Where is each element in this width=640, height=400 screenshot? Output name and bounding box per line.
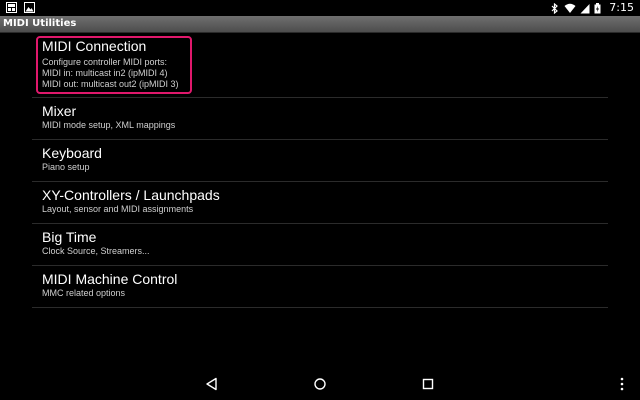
app-title: MIDI Utilities (3, 18, 77, 29)
home-icon[interactable] (312, 376, 328, 392)
settings-list: MIDI Connection Configure controller MID… (32, 34, 608, 308)
setting-summary-line: Clock Source, Streamers... (42, 246, 150, 256)
bluetooth-icon (551, 2, 559, 14)
wifi-icon (564, 3, 576, 13)
status-time: 7:15 (609, 1, 634, 14)
highlight-box (36, 36, 192, 94)
setting-summary-line: MMC related options (42, 288, 126, 298)
setting-midi-machine-control[interactable]: MIDI Machine Control MMC related options (32, 266, 608, 308)
image-notification-icon (24, 2, 35, 13)
setting-midi-connection[interactable]: MIDI Connection Configure controller MID… (32, 34, 608, 98)
battery-icon (594, 2, 601, 13)
setting-title: Mixer (42, 103, 77, 119)
screen: 7:15 MIDI Utilities MIDI Connection Conf… (0, 0, 640, 400)
setting-summary-line: MIDI mode setup, XML mappings (42, 120, 176, 130)
setting-title: Keyboard (42, 145, 102, 161)
overflow-menu-icon[interactable] (618, 376, 626, 392)
setting-title: Big Time (42, 229, 97, 245)
setting-keyboard[interactable]: Keyboard Piano setup (32, 140, 608, 182)
navigation-bar (0, 368, 640, 400)
setting-summary-line: Piano setup (42, 162, 90, 172)
notification-area (6, 2, 35, 13)
setting-title: MIDI Machine Control (42, 271, 178, 287)
setting-mixer[interactable]: Mixer MIDI mode setup, XML mappings (32, 98, 608, 140)
setting-xy-controllers[interactable]: XY-Controllers / Launchpads Layout, sens… (32, 182, 608, 224)
status-bar: 7:15 (0, 0, 640, 16)
back-icon[interactable] (204, 376, 220, 392)
setting-summary-line: Layout, sensor and MIDI assignments (42, 204, 194, 214)
setting-title: XY-Controllers / Launchpads (42, 187, 220, 203)
setting-big-time[interactable]: Big Time Clock Source, Streamers... (32, 224, 608, 266)
action-bar: MIDI Utilities (0, 16, 640, 33)
system-icons: 7:15 (550, 1, 634, 15)
gallery-notification-icon (6, 2, 17, 13)
recents-icon[interactable] (420, 376, 436, 392)
cell-signal-icon (580, 3, 590, 13)
